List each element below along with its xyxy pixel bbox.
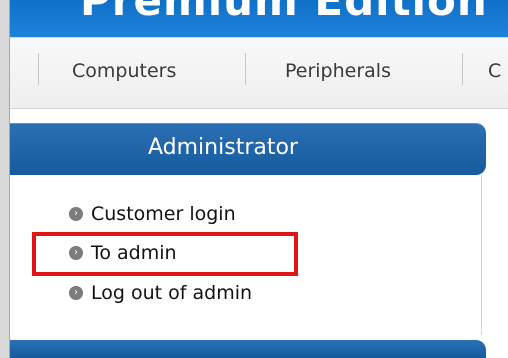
chevron-circle-icon: › — [69, 207, 83, 221]
panel-divider — [481, 175, 482, 335]
log-out-label: Log out of admin — [91, 282, 253, 304]
administrator-section-header: Administrator — [10, 123, 486, 175]
next-section-header — [10, 340, 486, 358]
nav-separator — [38, 53, 39, 85]
banner-title: Premium Edition — [80, 0, 488, 25]
nav-item-peripherals[interactable]: Peripherals — [285, 60, 391, 82]
chevron-circle-icon: › — [69, 286, 83, 300]
nav-separator — [462, 53, 463, 85]
nav-item-partial[interactable]: C — [488, 60, 501, 82]
log-out-of-admin-link[interactable]: › Log out of admin — [69, 282, 252, 304]
top-banner: Premium Edition — [10, 0, 508, 37]
nav-separator — [245, 53, 246, 85]
customer-login-link[interactable]: › Customer login — [69, 203, 236, 225]
administrator-title: Administrator — [148, 135, 298, 160]
left-window-edge — [0, 0, 10, 358]
nav-item-computers[interactable]: Computers — [72, 60, 176, 82]
highlight-box — [32, 232, 298, 276]
top-navigation: Computers Peripherals C — [10, 37, 508, 109]
customer-login-label: Customer login — [91, 203, 236, 225]
